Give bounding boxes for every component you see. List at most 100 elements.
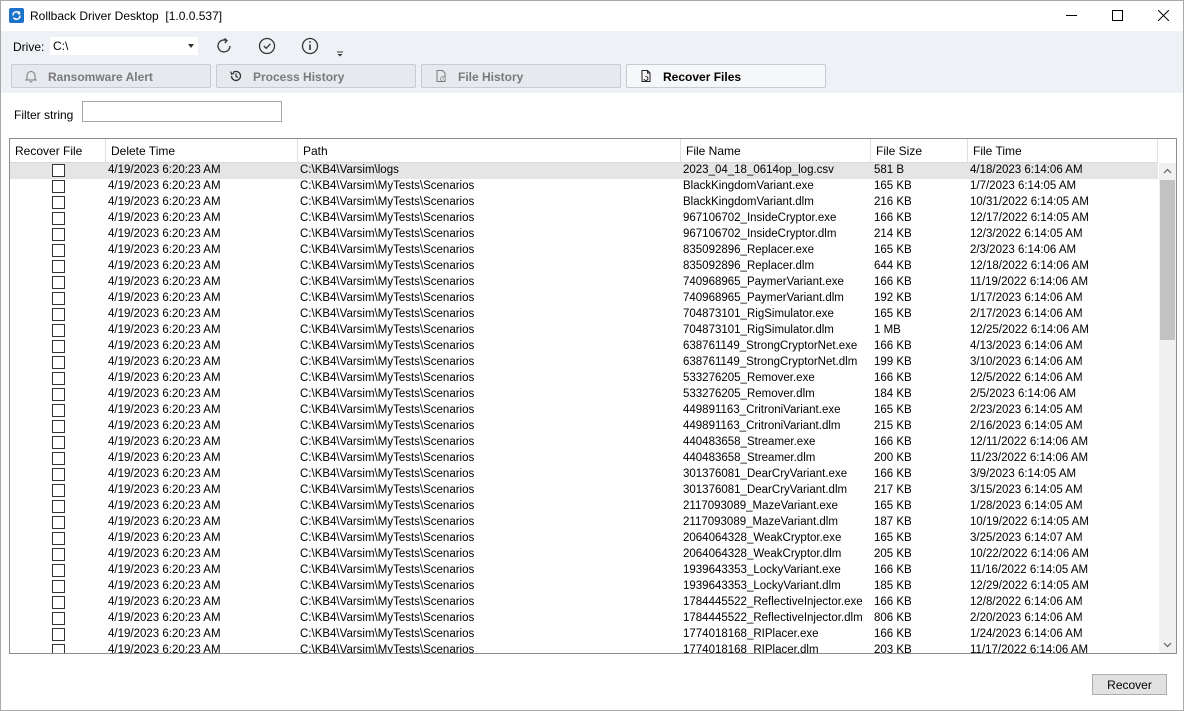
cell-file-name: BlackKingdomVariant.exe <box>683 180 814 192</box>
cell-file-size: 165 KB <box>874 244 912 256</box>
recover-checkbox[interactable] <box>52 628 65 641</box>
table-row[interactable]: 4/19/2023 6:20:23 AM C:\KB4\Varsim\MyTest… <box>10 627 1158 643</box>
tab-process-history[interactable]: Process History <box>216 64 416 88</box>
app-window: Rollback Driver Desktop [1.0.0.537] Driv… <box>0 0 1184 711</box>
recover-checkbox[interactable] <box>52 292 65 305</box>
recover-checkbox[interactable] <box>52 212 65 225</box>
recover-checkbox[interactable] <box>52 180 65 193</box>
recover-checkbox[interactable] <box>52 324 65 337</box>
table-row[interactable]: 4/19/2023 6:20:23 AM C:\KB4\Varsim\MyTest… <box>10 227 1158 243</box>
recover-checkbox[interactable] <box>52 484 65 497</box>
vertical-scrollbar[interactable] <box>1159 163 1176 653</box>
recover-checkbox[interactable] <box>52 580 65 593</box>
recover-checkbox[interactable] <box>52 228 65 241</box>
cell-path: C:\KB4\Varsim\MyTests\Scenarios <box>300 564 475 576</box>
scroll-thumb[interactable] <box>1160 180 1175 340</box>
table-row[interactable]: 4/19/2023 6:20:23 AM C:\KB4\Varsim\MyTest… <box>10 387 1158 403</box>
recover-checkbox[interactable] <box>52 596 65 609</box>
recover-checkbox[interactable] <box>52 420 65 433</box>
table-row[interactable]: 4/19/2023 6:20:23 AM C:\KB4\Varsim\MyTest… <box>10 195 1158 211</box>
cell-file-name: 638761149_StrongCryptorNet.exe <box>683 340 858 352</box>
recover-checkbox[interactable] <box>52 644 65 653</box>
recover-checkbox[interactable] <box>52 452 65 465</box>
filter-input[interactable] <box>82 101 282 122</box>
recover-checkbox[interactable] <box>52 372 65 385</box>
cell-file-size: 166 KB <box>874 564 912 576</box>
recover-checkbox[interactable] <box>52 244 65 257</box>
close-button[interactable] <box>1140 1 1184 31</box>
table-row[interactable]: 4/19/2023 6:20:23 AM C:\KB4\Varsim\MyTest… <box>10 435 1158 451</box>
cell-file-size: 203 KB <box>874 644 912 654</box>
table-row[interactable]: 4/19/2023 6:20:23 AM C:\KB4\Varsim\MyTest… <box>10 499 1158 515</box>
recover-checkbox[interactable] <box>52 500 65 513</box>
cell-file-size: 166 KB <box>874 468 912 480</box>
cell-file-size: 200 KB <box>874 452 912 464</box>
info-button[interactable] <box>299 35 321 57</box>
table-row[interactable]: 4/19/2023 6:20:23 AM C:\KB4\Varsim\logs 20… <box>10 163 1158 179</box>
column-header-file-size[interactable]: File Size <box>871 139 968 163</box>
column-header-delete-time[interactable]: Delete Time <box>106 139 298 163</box>
table-row[interactable]: 4/19/2023 6:20:23 AM C:\KB4\Varsim\MyTest… <box>10 595 1158 611</box>
table-row[interactable]: 4/19/2023 6:20:23 AM C:\KB4\Varsim\MyTest… <box>10 579 1158 595</box>
toolbar-overflow-button[interactable] <box>336 47 344 57</box>
table-row[interactable]: 4/19/2023 6:20:23 AM C:\KB4\Varsim\MyTest… <box>10 275 1158 291</box>
table-row[interactable]: 4/19/2023 6:20:23 AM C:\KB4\Varsim\MyTest… <box>10 291 1158 307</box>
recover-checkbox[interactable] <box>52 612 65 625</box>
table-row[interactable]: 4/19/2023 6:20:23 AM C:\KB4\Varsim\MyTest… <box>10 547 1158 563</box>
cell-file-size: 166 KB <box>874 596 912 608</box>
recover-checkbox[interactable] <box>52 356 65 369</box>
recover-checkbox[interactable] <box>52 468 65 481</box>
maximize-button[interactable] <box>1094 1 1140 31</box>
recover-checkbox[interactable] <box>52 260 65 273</box>
drive-select[interactable]: C:\ <box>49 36 199 56</box>
table-row[interactable]: 4/19/2023 6:20:23 AM C:\KB4\Varsim\MyTest… <box>10 307 1158 323</box>
check-button[interactable] <box>256 35 278 57</box>
recover-checkbox[interactable] <box>52 564 65 577</box>
table-row[interactable]: 4/19/2023 6:20:23 AM C:\KB4\Varsim\MyTest… <box>10 563 1158 579</box>
recover-checkbox[interactable] <box>52 340 65 353</box>
cell-file-name: 835092896_Replacer.exe <box>683 244 815 256</box>
cell-file-name: 638761149_StrongCryptorNet.dlm <box>683 356 858 368</box>
table-row[interactable]: 4/19/2023 6:20:23 AM C:\KB4\Varsim\MyTest… <box>10 179 1158 195</box>
recover-checkbox[interactable] <box>52 164 65 177</box>
recover-checkbox[interactable] <box>52 436 65 449</box>
table-row[interactable]: 4/19/2023 6:20:23 AM C:\KB4\Varsim\MyTest… <box>10 515 1158 531</box>
tab-recover-files[interactable]: Recover Files <box>626 64 826 88</box>
cell-file-time: 3/9/2023 6:14:05 AM <box>970 468 1077 480</box>
table-row[interactable]: 4/19/2023 6:20:23 AM C:\KB4\Varsim\MyTest… <box>10 211 1158 227</box>
window-title: Rollback Driver Desktop [1.0.0.537] <box>30 9 223 23</box>
table-row[interactable]: 4/19/2023 6:20:23 AM C:\KB4\Varsim\MyTest… <box>10 355 1158 371</box>
column-header-recover-file[interactable]: Recover File <box>10 139 106 163</box>
scroll-up-button[interactable] <box>1159 163 1176 180</box>
recover-checkbox[interactable] <box>52 196 65 209</box>
recover-checkbox[interactable] <box>52 404 65 417</box>
table-row[interactable]: 4/19/2023 6:20:23 AM C:\KB4\Varsim\MyTest… <box>10 259 1158 275</box>
tab-file-history[interactable]: File History <box>421 64 621 88</box>
table-row[interactable]: 4/19/2023 6:20:23 AM C:\KB4\Varsim\MyTest… <box>10 451 1158 467</box>
scroll-down-button[interactable] <box>1159 636 1176 653</box>
table-row[interactable]: 4/19/2023 6:20:23 AM C:\KB4\Varsim\MyTest… <box>10 419 1158 435</box>
recover-checkbox[interactable] <box>52 532 65 545</box>
table-row[interactable]: 4/19/2023 6:20:23 AM C:\KB4\Varsim\MyTest… <box>10 467 1158 483</box>
table-row[interactable]: 4/19/2023 6:20:23 AM C:\KB4\Varsim\MyTest… <box>10 339 1158 355</box>
recover-checkbox[interactable] <box>52 308 65 321</box>
tab-ransomware-alert[interactable]: Ransomware Alert <box>11 64 211 88</box>
recover-button[interactable]: Recover <box>1092 674 1167 695</box>
column-header-file-time[interactable]: File Time <box>968 139 1158 163</box>
table-row[interactable]: 4/19/2023 6:20:23 AM C:\KB4\Varsim\MyTest… <box>10 531 1158 547</box>
table-row[interactable]: 4/19/2023 6:20:23 AM C:\KB4\Varsim\MyTest… <box>10 323 1158 339</box>
column-header-path[interactable]: Path <box>298 139 681 163</box>
table-row[interactable]: 4/19/2023 6:20:23 AM C:\KB4\Varsim\MyTest… <box>10 371 1158 387</box>
recover-checkbox[interactable] <box>52 548 65 561</box>
table-row[interactable]: 4/19/2023 6:20:23 AM C:\KB4\Varsim\MyTest… <box>10 483 1158 499</box>
recover-checkbox[interactable] <box>52 276 65 289</box>
recover-checkbox[interactable] <box>52 388 65 401</box>
table-row[interactable]: 4/19/2023 6:20:23 AM C:\KB4\Varsim\MyTest… <box>10 403 1158 419</box>
column-header-file-name[interactable]: File Name <box>681 139 871 163</box>
table-row[interactable]: 4/19/2023 6:20:23 AM C:\KB4\Varsim\MyTest… <box>10 611 1158 627</box>
minimize-button[interactable] <box>1048 1 1094 31</box>
table-row[interactable]: 4/19/2023 6:20:23 AM C:\KB4\Varsim\MyTest… <box>10 243 1158 259</box>
table-row[interactable]: 4/19/2023 6:20:23 AM C:\KB4\Varsim\MyTest… <box>10 643 1158 654</box>
recover-checkbox[interactable] <box>52 516 65 529</box>
refresh-button[interactable] <box>213 35 235 57</box>
